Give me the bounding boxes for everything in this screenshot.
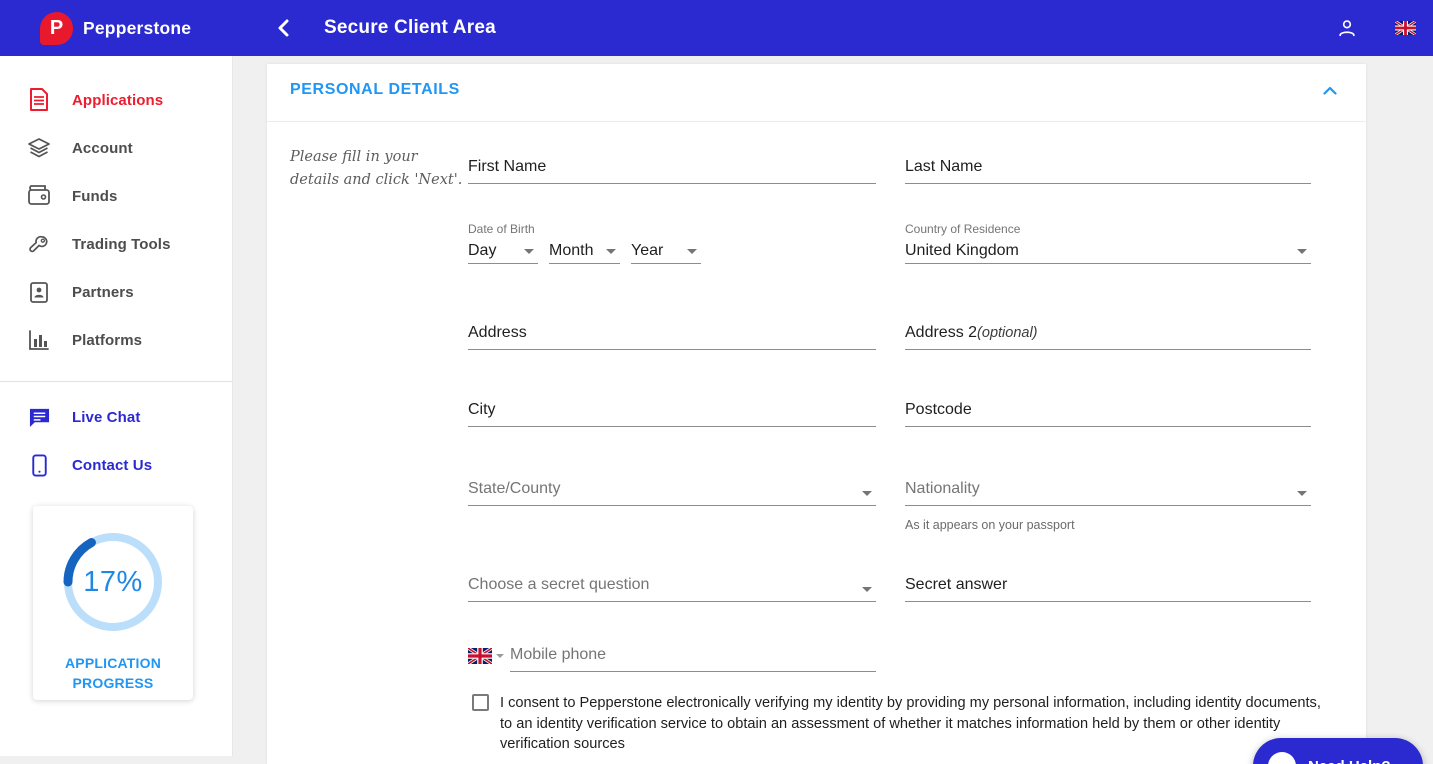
last-name-label: Last Name xyxy=(905,158,982,175)
chat-icon xyxy=(27,405,51,429)
dob-year-select[interactable]: Year xyxy=(631,242,701,264)
address2-field[interactable]: Address 2(optional) xyxy=(905,324,1311,350)
language-selector[interactable] xyxy=(1389,12,1421,44)
phone-country-selector[interactable] xyxy=(468,648,504,664)
day-value: Day xyxy=(468,242,496,259)
sidebar-item-label: Trading Tools xyxy=(72,236,171,253)
dob-label: Date of Birth xyxy=(468,222,535,236)
sidebar-item-account[interactable]: Account xyxy=(0,124,232,172)
uk-flag-icon xyxy=(1395,21,1416,35)
phone-icon xyxy=(27,453,51,477)
progress-percent: 17% xyxy=(55,524,171,640)
contact-us-label: Contact Us xyxy=(72,457,152,474)
dropdown-arrow-icon xyxy=(524,249,534,254)
chevron-up-icon xyxy=(1323,86,1337,95)
application-progress-card: 17% APPLICATION PROGRESS xyxy=(33,506,193,700)
sidebar-item-label: Partners xyxy=(72,284,134,301)
dropdown-arrow-icon xyxy=(862,587,872,592)
secret-question-select[interactable]: Choose a secret question xyxy=(468,576,876,602)
postcode-field[interactable]: Postcode xyxy=(905,401,1311,427)
dropdown-arrow-icon xyxy=(606,249,616,254)
sidebar: Applications Account Funds xyxy=(0,56,233,756)
wrench-icon xyxy=(27,232,51,256)
state-county-placeholder: State/County xyxy=(468,480,561,497)
first-name-label: First Name xyxy=(468,158,546,175)
country-of-residence-label: Country of Residence xyxy=(905,222,1020,236)
page-title: Secure Client Area xyxy=(324,17,496,39)
first-name-field[interactable]: First Name xyxy=(468,158,876,184)
contacts-icon xyxy=(27,280,51,304)
city-field[interactable]: City xyxy=(468,401,876,427)
address2-label: Address 2(optional) xyxy=(905,324,1038,341)
live-chat-button[interactable]: Live Chat xyxy=(0,393,232,441)
month-value: Month xyxy=(549,242,593,259)
last-name-field[interactable]: Last Name xyxy=(905,158,1311,184)
postcode-label: Postcode xyxy=(905,401,972,418)
nationality-select[interactable]: Nationality xyxy=(905,480,1311,506)
sidebar-item-funds[interactable]: Funds xyxy=(0,172,232,220)
form-intro-text: Please fill in your details and click 'N… xyxy=(290,146,468,192)
sidebar-item-label: Account xyxy=(72,140,133,157)
chevron-left-icon xyxy=(277,19,289,37)
secret-answer-field[interactable]: Secret answer xyxy=(905,576,1311,602)
progress-label: APPLICATION PROGRESS xyxy=(33,653,193,693)
section-divider xyxy=(267,121,1366,122)
secret-answer-label: Secret answer xyxy=(905,576,1007,593)
mobile-phone-input[interactable]: Mobile phone xyxy=(510,646,876,672)
sidebar-item-label: Applications xyxy=(72,92,163,109)
progress-ring: 17% xyxy=(55,524,171,640)
mobile-phone-placeholder: Mobile phone xyxy=(510,646,606,663)
pepperstone-logo-icon: P xyxy=(40,12,73,45)
personal-details-card: PERSONAL DETAILS Please fill in your det… xyxy=(267,64,1366,764)
person-icon xyxy=(1336,17,1358,39)
dob-day-select[interactable]: Day xyxy=(468,242,538,264)
uk-flag-icon xyxy=(468,648,492,664)
sidebar-item-label: Platforms xyxy=(72,332,142,349)
document-icon xyxy=(27,88,51,112)
dob-month-select[interactable]: Month xyxy=(549,242,620,264)
sidebar-item-label: Funds xyxy=(72,188,118,205)
collapse-section-button[interactable] xyxy=(1318,78,1342,102)
brand[interactable]: P Pepperstone xyxy=(40,12,220,45)
layers-icon xyxy=(27,136,51,160)
dropdown-arrow-icon xyxy=(687,249,697,254)
address-field[interactable]: Address xyxy=(468,324,876,350)
year-value: Year xyxy=(631,242,663,259)
city-label: City xyxy=(468,401,496,418)
consent-text: I consent to Pepperstone electronically … xyxy=(500,693,1332,755)
dropdown-arrow-icon xyxy=(1297,249,1307,254)
dropdown-arrow-icon xyxy=(1297,491,1307,496)
account-button[interactable] xyxy=(1331,12,1363,44)
sidebar-item-trading-tools[interactable]: Trading Tools xyxy=(0,220,232,268)
logo-letter: P xyxy=(50,18,63,38)
sidebar-item-platforms[interactable]: Platforms xyxy=(0,316,232,364)
dropdown-arrow-icon xyxy=(496,654,504,658)
country-of-residence-select[interactable]: United Kingdom xyxy=(905,242,1311,264)
nationality-helper-text: As it appears on your passport xyxy=(905,518,1075,532)
contact-us-button[interactable]: Contact Us xyxy=(0,441,232,489)
section-title: PERSONAL DETAILS xyxy=(290,81,460,99)
dropdown-arrow-icon xyxy=(862,491,872,496)
secret-question-placeholder: Choose a secret question xyxy=(468,576,649,593)
state-county-select[interactable]: State/County xyxy=(468,480,876,506)
wallet-icon xyxy=(27,184,51,208)
sidebar-item-partners[interactable]: Partners xyxy=(0,268,232,316)
address-label: Address xyxy=(468,324,527,341)
optional-hint: (optional) xyxy=(977,325,1037,341)
brand-name: Pepperstone xyxy=(83,18,191,39)
sidebar-item-applications[interactable]: Applications xyxy=(0,76,232,124)
live-chat-label: Live Chat xyxy=(72,409,140,426)
back-button[interactable] xyxy=(268,13,298,43)
country-value: United Kingdom xyxy=(905,242,1019,259)
consent-checkbox[interactable] xyxy=(472,694,489,711)
nationality-placeholder: Nationality xyxy=(905,480,980,497)
bar-chart-icon xyxy=(27,328,51,352)
app-header: P Pepperstone Secure Client Area xyxy=(0,0,1433,56)
